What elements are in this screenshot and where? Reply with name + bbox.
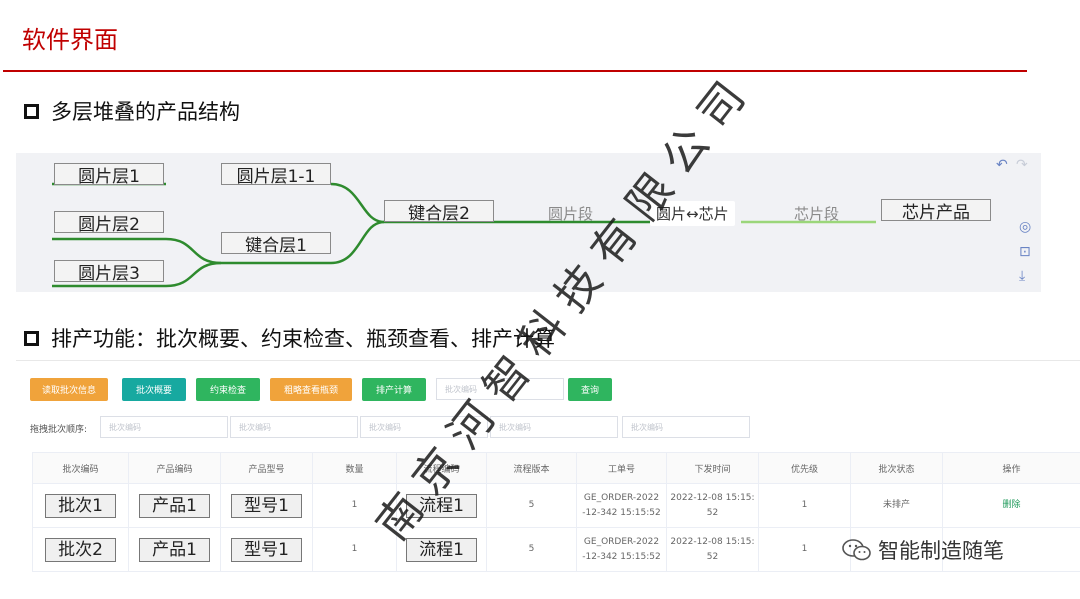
table-row[interactable]: 批次1 产品1 型号1 1 流程1 5 GE_ORDER-2022 -12-342… — [32, 483, 1080, 528]
col-quantity[interactable]: 数量 — [312, 452, 397, 484]
drag-order-label: 拖拽批次顺序: — [30, 425, 88, 435]
col-product-code[interactable]: 产品编码 — [128, 452, 221, 484]
order-slot-1[interactable]: 批次编码 — [100, 416, 228, 438]
work-order-line1: GE_ORDER-2022 — [583, 536, 660, 547]
product-structure-mindmap[interactable]: 圆片层1 圆片层1-1 圆片层2 圆片层3 键合层1 键合层2 圆片段 圆片↔芯… — [16, 153, 1041, 292]
col-work-order[interactable]: 工单号 — [576, 452, 667, 484]
work-order-line2: -12-342 15:15:52 — [582, 507, 661, 518]
slide-title: 软件界面 — [22, 26, 118, 54]
cell-product: 产品1 — [139, 537, 210, 562]
issue-time-line2: 52 — [706, 551, 719, 562]
col-action[interactable]: 操作 — [942, 452, 1080, 484]
link-wafer1-1 — [330, 182, 385, 224]
constraint-check-button[interactable]: 约束检查 — [196, 378, 260, 401]
work-order-line2: -12-342 15:15:52 — [582, 551, 661, 562]
section-scheduling: 排产功能：批次概要、约束检查、瓶颈查看、排产计算 — [24, 323, 555, 353]
col-process-code[interactable]: 流程编码 — [396, 452, 487, 484]
order-slot-2[interactable]: 批次编码 — [230, 416, 358, 438]
order-slot-4[interactable]: 批次编码 — [490, 416, 618, 438]
cell-model: 型号1 — [231, 493, 302, 518]
order-slot-5[interactable]: 批次编码 — [622, 416, 750, 438]
node-wafer2[interactable]: 圆片层2 — [54, 211, 164, 235]
signature-text: 智能制造随笔 — [878, 539, 1004, 563]
title-rule — [3, 70, 1027, 72]
cell-qty: 1 — [312, 527, 397, 572]
node-wafer3[interactable]: 圆片层3 — [54, 260, 164, 284]
col-batch-code[interactable]: 批次编码 — [32, 452, 129, 484]
cell-batch: 批次1 — [45, 493, 116, 518]
account-signature: 智能制造随笔 — [842, 535, 1004, 565]
fit-view-icon[interactable]: ⊡ — [1019, 244, 1031, 260]
node-wafer1-1[interactable]: 圆片层1-1 — [221, 163, 331, 187]
issue-time-line1: 2022-12-08 15:15: — [670, 536, 755, 547]
node-bond2[interactable]: 键合层2 — [384, 200, 494, 224]
node-wafer1[interactable]: 圆片层1 — [54, 163, 164, 187]
wechat-icon — [842, 539, 871, 561]
query-button[interactable]: 查询 — [568, 378, 612, 401]
node-chip-product[interactable]: 芯片产品 — [881, 199, 991, 223]
cell-model: 型号1 — [231, 537, 302, 562]
cell-work-order: GE_ORDER-2022 -12-342 15:15:52 — [576, 483, 667, 528]
cell-priority: 1 — [758, 527, 851, 572]
node-bond1[interactable]: 键合层1 — [221, 232, 331, 256]
order-slot-3[interactable]: 批次编码 — [360, 416, 488, 438]
cell-issue-time: 2022-12-08 15:15: 52 — [666, 483, 759, 528]
cell-product: 产品1 — [139, 493, 210, 518]
issue-time-line1: 2022-12-08 15:15: — [670, 492, 755, 503]
section-structure: 多层堆叠的产品结构 — [24, 96, 240, 126]
schedule-calc-button[interactable]: 排产计算 — [362, 378, 426, 401]
cell-work-order: GE_ORDER-2022 -12-342 15:15:52 — [576, 527, 667, 572]
download-icon[interactable]: ⤓ — [1019, 268, 1025, 284]
col-process-version[interactable]: 流程版本 — [486, 452, 577, 484]
node-wafer-segment[interactable]: 圆片段 — [548, 203, 593, 224]
undo-icon[interactable]: ↶ — [996, 157, 1008, 173]
cell-qty: 1 — [312, 483, 397, 528]
cell-version: 5 — [486, 527, 577, 572]
col-batch-status[interactable]: 批次状态 — [850, 452, 943, 484]
checkbox-icon — [24, 103, 39, 119]
delete-link[interactable]: 删除 — [1002, 500, 1020, 510]
batch-search-input[interactable]: 批次编码 — [436, 378, 564, 400]
node-chip-segment[interactable]: 芯片段 — [794, 203, 839, 224]
cell-status: 未排产 — [850, 483, 943, 528]
table-header-row: 批次编码 产品编码 产品型号 数量 流程编码 流程版本 工单号 下发时间 优先级… — [32, 452, 1080, 484]
cell-process: 流程1 — [406, 493, 477, 518]
cell-batch: 批次2 — [45, 537, 116, 562]
cell-issue-time: 2022-12-08 15:15: 52 — [666, 527, 759, 572]
bottleneck-view-button[interactable]: 粗略查看瓶颈 — [270, 378, 352, 401]
redo-icon[interactable]: ↷ — [1016, 157, 1028, 173]
cell-version: 5 — [486, 483, 577, 528]
work-order-line1: GE_ORDER-2022 — [583, 492, 660, 503]
mindmap-links — [52, 182, 876, 288]
cell-process: 流程1 — [406, 537, 477, 562]
col-priority[interactable]: 优先级 — [758, 452, 851, 484]
batch-summary-button[interactable]: 批次概要 — [122, 378, 186, 401]
section-scheduling-label: 排产功能：批次概要、约束检查、瓶颈查看、排产计算 — [51, 327, 555, 351]
col-product-model[interactable]: 产品型号 — [220, 452, 313, 484]
cell-priority: 1 — [758, 483, 851, 528]
checkbox-icon — [24, 330, 39, 346]
section-structure-label: 多层堆叠的产品结构 — [51, 100, 240, 124]
node-center[interactable]: 圆片↔芯片 — [650, 201, 735, 226]
issue-time-line2: 52 — [706, 507, 719, 518]
read-batch-button[interactable]: 读取批次信息 — [30, 378, 108, 401]
col-issue-time[interactable]: 下发时间 — [666, 452, 759, 484]
locate-icon[interactable]: ◎ — [1019, 219, 1031, 235]
